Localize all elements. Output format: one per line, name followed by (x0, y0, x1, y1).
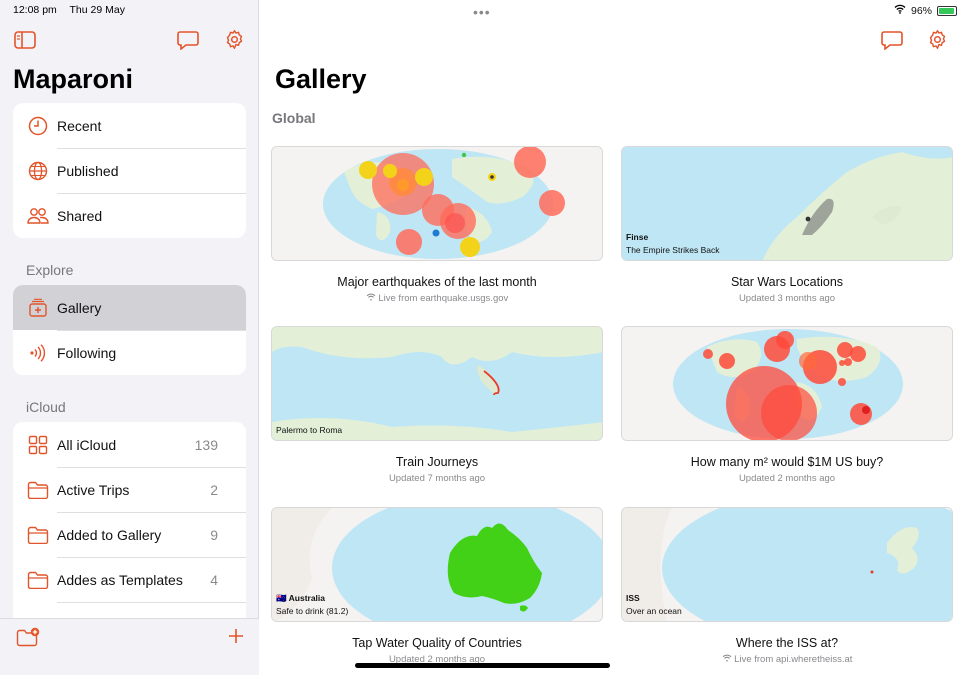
grid-icon (27, 434, 49, 456)
sidebar-item-label: Addes as Templates (57, 571, 183, 588)
multitasking-dots[interactable]: ••• (473, 4, 491, 20)
gallery-icon (27, 297, 49, 319)
sidebar-toggle-icon[interactable] (14, 31, 36, 54)
gallery-card-m2-per-million[interactable]: How many m² would $1M US buy? Updated 2 … (621, 326, 953, 484)
icloud-group: All iCloud 139 Active Trips 2 Added to G… (13, 422, 246, 618)
page-title: Gallery (275, 64, 367, 94)
map-caption-title: 🇦🇺 Australia (276, 593, 326, 603)
map-thumbnail: Palermo to Roma (271, 326, 603, 441)
sidebar-item-label: Active Trips (57, 481, 130, 498)
settings-gear-icon[interactable] (927, 29, 948, 55)
map-caption-subtitle: Over an ocean (626, 606, 682, 616)
status-time: 12:08 pm (13, 4, 57, 16)
settings-gear-icon[interactable] (224, 29, 245, 55)
card-title: Major earthquakes of the last month (337, 275, 537, 289)
explore-group: Gallery Following (13, 285, 246, 375)
card-subtitle: Live from earthquake.usgs.gov (271, 293, 603, 304)
map-caption: Palermo to Roma (276, 425, 343, 435)
sidebar-item-all-icloud[interactable]: All iCloud 139 (13, 422, 246, 467)
sidebar-item-partial (13, 602, 246, 618)
map-caption-subtitle: The Empire Strikes Back (626, 245, 720, 255)
sidebar-item-following[interactable]: Following (13, 330, 246, 375)
map-thumbnail: Finse The Empire Strikes Back (621, 146, 953, 261)
feedback-icon[interactable] (881, 30, 903, 55)
feedback-icon[interactable] (177, 30, 199, 55)
sidebar-item-gallery[interactable]: Gallery (13, 285, 246, 330)
gallery-card-train-journeys[interactable]: Palermo to Roma Train Journeys Updated 7… (271, 326, 603, 484)
clock-icon (27, 115, 49, 137)
card-title: How many m² would $1M US buy? (690, 455, 884, 469)
sidebar-item-label: Published (57, 162, 119, 179)
map-caption-title: ISS (626, 593, 640, 603)
gallery-card-iss[interactable]: ISS Over an ocean Where the ISS at? Live… (621, 507, 953, 665)
map-thumbnail: ISS Over an ocean (621, 507, 953, 622)
card-subtitle-text: Live from earthquake.usgs.gov (378, 293, 509, 304)
explore-section-label: Explore (26, 262, 74, 278)
folder-icon (27, 524, 49, 546)
status-bar-right: 96% (894, 4, 957, 17)
gallery-card-star-wars[interactable]: Finse The Empire Strikes Back Star Wars … (621, 146, 953, 304)
sidebar-item-added-to-gallery[interactable]: Added to Gallery 9 (13, 512, 246, 557)
folder-icon (27, 569, 49, 591)
map-thumbnail: 🇦🇺 Australia Safe to drink (81.2) (271, 507, 603, 622)
broadcast-icon (27, 342, 49, 364)
icloud-section-label: iCloud (26, 399, 66, 415)
library-group: Recent Published Shared (13, 103, 246, 238)
new-folder-icon[interactable] (16, 627, 40, 652)
gallery-card-earthquakes[interactable]: Major earthquakes of the last month Live… (271, 146, 603, 304)
status-bar-left: 12:08 pm Thu 29 May (13, 4, 135, 16)
add-plus-icon[interactable] (228, 628, 244, 649)
sidebar-item-label: Added to Gallery (57, 526, 162, 543)
gallery-card-tap-water[interactable]: 🇦🇺 Australia Safe to drink (81.2) Tap Wa… (271, 507, 603, 665)
item-count: 9 (210, 526, 218, 543)
people-icon (27, 205, 49, 227)
section-header: Global (272, 110, 316, 126)
item-count: 139 (194, 436, 218, 453)
globe-icon (27, 160, 49, 182)
sidebar: 12:08 pm Thu 29 May Maparoni Recent Publ… (0, 0, 259, 675)
sidebar-item-published[interactable]: Published (13, 148, 246, 193)
live-wifi-icon (722, 654, 732, 665)
sidebar-item-recent[interactable]: Recent (13, 103, 246, 148)
sidebar-item-label: Gallery (57, 299, 102, 316)
sidebar-item-added-as-templates[interactable]: Addes as Templates 4 (13, 557, 246, 602)
card-title: Train Journeys (395, 455, 479, 469)
sidebar-item-active-trips[interactable]: Active Trips 2 (13, 467, 246, 512)
status-date: Thu 29 May (69, 4, 125, 16)
home-indicator[interactable] (355, 663, 610, 668)
map-thumbnail (621, 326, 953, 441)
sidebar-item-label: Shared (57, 207, 103, 224)
card-title: Where the ISS at? (735, 636, 839, 650)
battery-icon (937, 5, 957, 16)
card-title: Tap Water Quality of Countries (352, 636, 522, 650)
card-subtitle: Updated 2 months ago (738, 473, 836, 484)
map-caption-subtitle: Safe to drink (81.2) (276, 606, 349, 616)
item-count: 4 (210, 571, 218, 588)
card-subtitle: Updated 3 months ago (738, 293, 836, 304)
sidebar-toolbar (0, 618, 259, 675)
card-title: Star Wars Locations (730, 275, 844, 289)
live-wifi-icon (366, 293, 376, 304)
card-subtitle-text: Live from api.wheretheiss.at (734, 654, 853, 665)
wifi-icon (894, 4, 906, 17)
app-title: Maparoni (13, 64, 134, 94)
main-content: ••• 96% Gallery Global Major earthquakes… (260, 0, 965, 675)
card-subtitle: Updated 7 months ago (388, 473, 486, 484)
sidebar-item-shared[interactable]: Shared (13, 193, 246, 238)
battery-percentage: 96% (910, 4, 932, 17)
sidebar-item-label: All iCloud (57, 436, 117, 453)
item-count: 2 (210, 481, 218, 498)
map-caption-title: Finse (626, 232, 649, 242)
folder-icon (27, 479, 49, 501)
card-subtitle: Live from api.wheretheiss.at (621, 654, 953, 665)
sidebar-item-label: Recent (57, 117, 102, 134)
sidebar-item-label: Following (57, 344, 117, 361)
map-thumbnail (271, 146, 603, 261)
